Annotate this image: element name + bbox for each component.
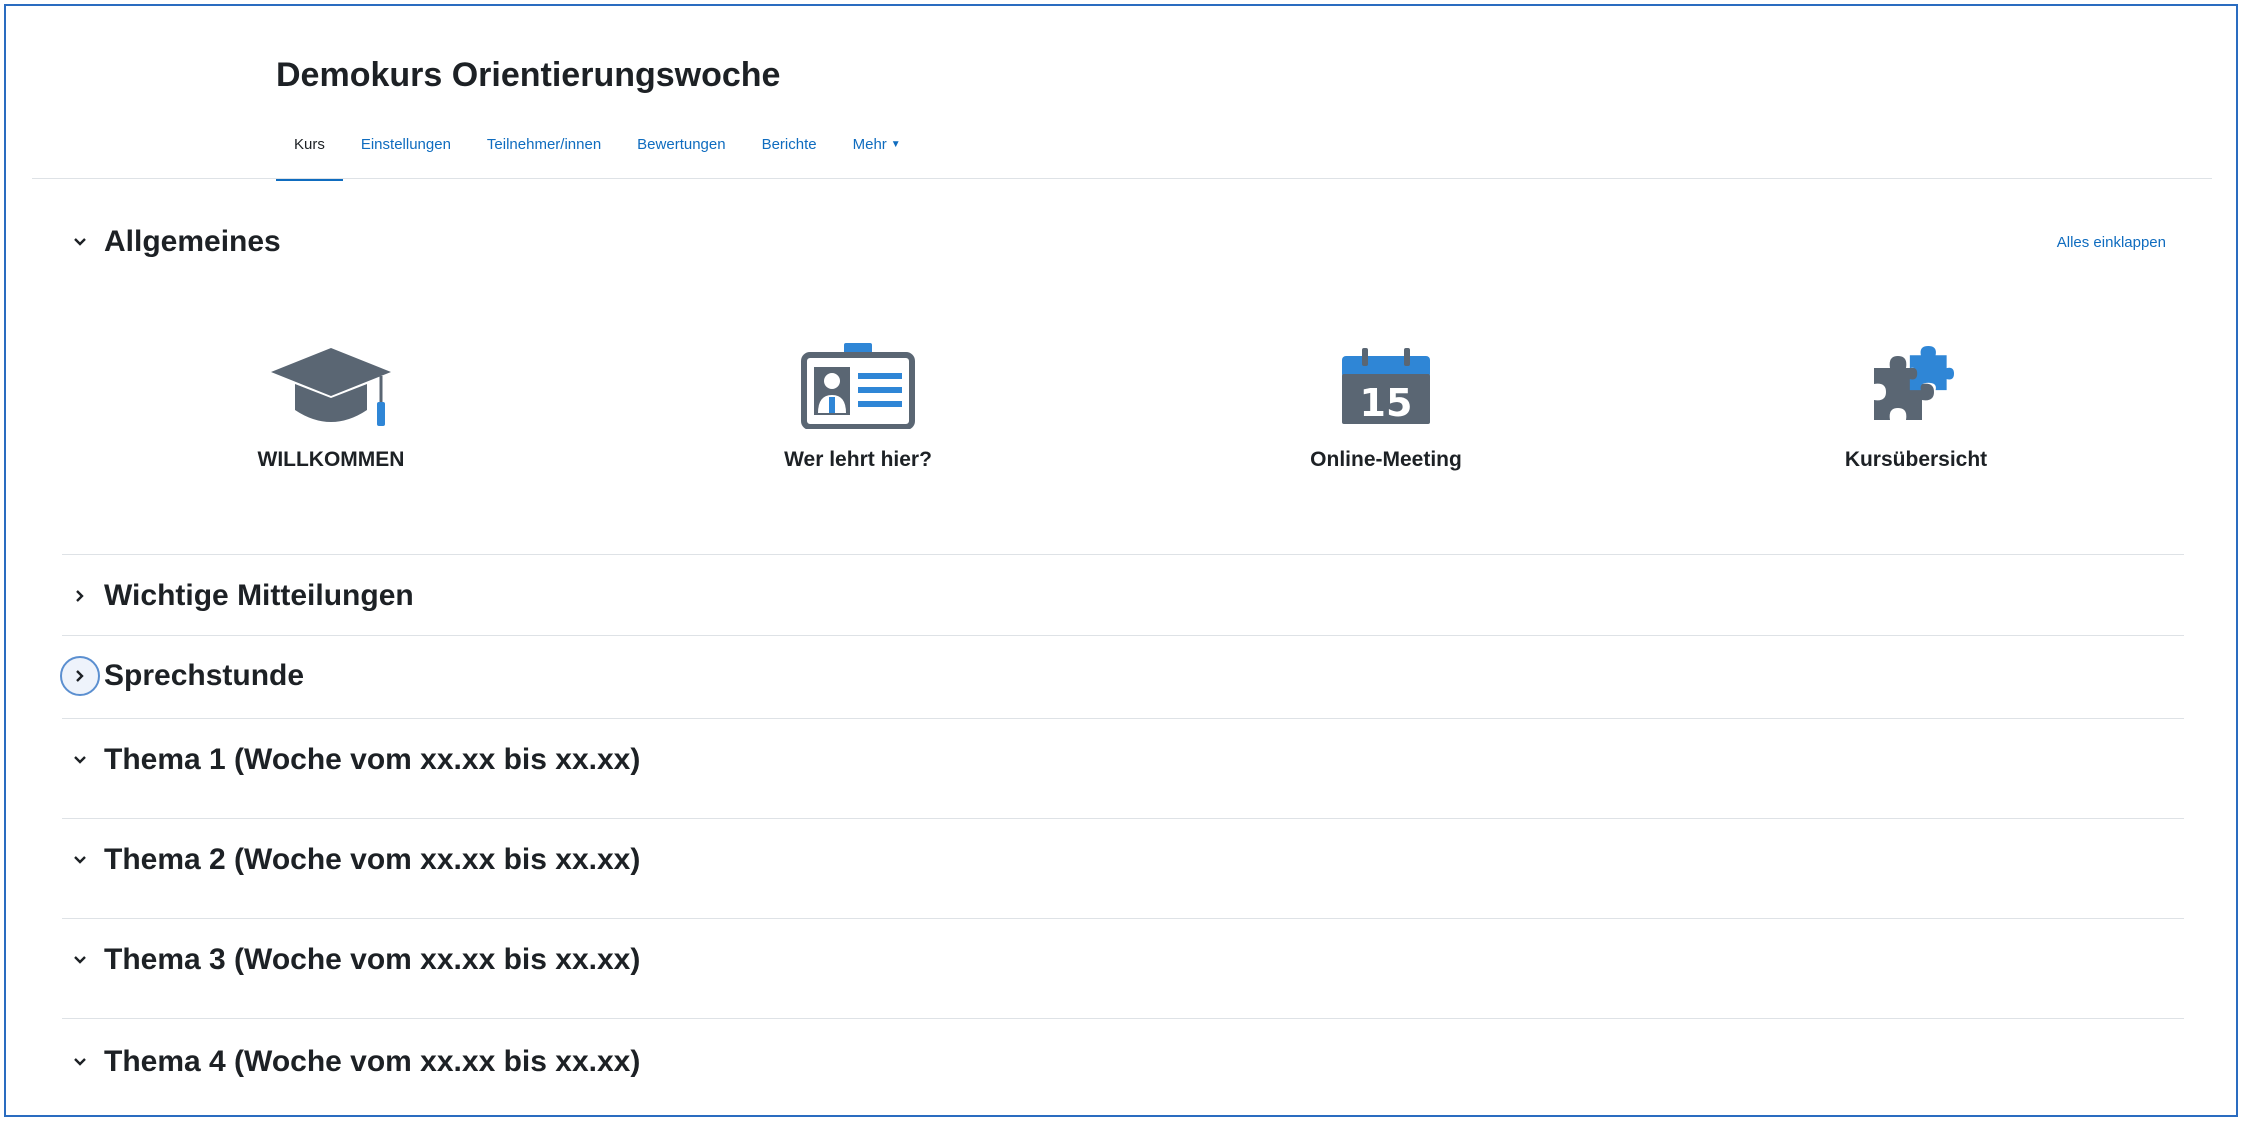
section-divider	[62, 718, 2184, 719]
section-topic4-toggle[interactable]	[60, 1042, 100, 1082]
tile-wer-lehrt-hier[interactable]: Wer lehrt hier?	[708, 336, 1008, 472]
section-notices-header: Wichtige Mitteilungen	[60, 576, 414, 616]
section-topic2-title[interactable]: Thema 2 (Woche vom xx.xx bis xx.xx)	[104, 843, 640, 877]
section-topic4-header: Thema 4 (Woche vom xx.xx bis xx.xx)	[60, 1042, 640, 1082]
section-notices-toggle[interactable]	[60, 576, 100, 616]
chevron-down-icon	[74, 756, 86, 764]
chevron-down-icon	[74, 956, 86, 964]
section-divider	[62, 554, 2184, 555]
tile-willkommen-label: WILLKOMMEN	[257, 448, 405, 471]
calendar-icon: 15	[1342, 348, 1430, 425]
tile-kursuebersicht[interactable]: Kursübersicht	[1766, 336, 2066, 472]
id-badge-icon	[801, 343, 915, 429]
section-topic4-title[interactable]: Thema 4 (Woche vom xx.xx bis xx.xx)	[104, 1045, 640, 1079]
tile-online-meeting[interactable]: 15 Online-Meeting	[1236, 336, 1536, 472]
course-nav-tabs: Kurs Einstellungen Teilnehmer/innen Bewe…	[276, 128, 919, 181]
section-office-hours-toggle[interactable]	[60, 656, 100, 696]
tab-mehr-label: Mehr	[852, 136, 887, 153]
section-notices-title[interactable]: Wichtige Mitteilungen	[104, 579, 414, 613]
tile-willkommen[interactable]: WILLKOMMEN	[181, 336, 481, 472]
section-topic1-toggle[interactable]	[60, 740, 100, 780]
chevron-down-icon	[74, 1058, 86, 1066]
section-general-toggle[interactable]	[60, 222, 100, 262]
calendar-day-number: 15	[1360, 381, 1413, 425]
tile-online-meeting-label: Online-Meeting	[1310, 448, 1462, 471]
section-divider	[62, 918, 2184, 919]
section-topic3-header: Thema 3 (Woche vom xx.xx bis xx.xx)	[60, 940, 640, 980]
section-divider	[62, 635, 2184, 636]
graduation-cap-icon	[271, 348, 391, 426]
chevron-right-icon	[76, 590, 84, 602]
section-topic1-header: Thema 1 (Woche vom xx.xx bis xx.xx)	[60, 740, 640, 780]
tab-mehr[interactable]: Mehr ▼	[835, 128, 919, 178]
nav-divider	[32, 178, 2212, 179]
collapse-all-link[interactable]: Alles einklappen	[2057, 234, 2166, 251]
section-topic3-toggle[interactable]	[60, 940, 100, 980]
section-divider	[62, 1018, 2184, 1019]
page-title: Demokurs Orientierungswoche	[276, 56, 781, 94]
general-activity-tiles: WILLKOMMEN Wer lehrt hier? 15 Online-Mee…	[66, 336, 2186, 496]
section-topic3-title[interactable]: Thema 3 (Woche vom xx.xx bis xx.xx)	[104, 943, 640, 977]
section-topic2-toggle[interactable]	[60, 840, 100, 880]
course-page: Demokurs Orientierungswoche Kurs Einstel…	[4, 4, 2238, 1117]
section-topic2-header: Thema 2 (Woche vom xx.xx bis xx.xx)	[60, 840, 640, 880]
tile-wer-lehrt-hier-label: Wer lehrt hier?	[784, 448, 932, 471]
chevron-down-icon	[74, 856, 86, 864]
chevron-right-icon	[76, 670, 84, 682]
tab-bewertungen[interactable]: Bewertungen	[619, 128, 743, 178]
chevron-down-icon	[74, 238, 86, 246]
section-office-hours-header: Sprechstunde	[60, 656, 304, 696]
tile-kursuebersicht-label: Kursübersicht	[1844, 448, 1988, 471]
puzzle-icon	[1874, 346, 1954, 420]
tab-kurs[interactable]: Kurs	[276, 128, 343, 181]
tab-einstellungen[interactable]: Einstellungen	[343, 128, 469, 178]
tab-teilnehmer[interactable]: Teilnehmer/innen	[469, 128, 619, 178]
section-office-hours-title[interactable]: Sprechstunde	[104, 659, 304, 693]
tab-berichte[interactable]: Berichte	[744, 128, 835, 178]
section-general-header: Allgemeines	[60, 222, 281, 262]
chevron-down-icon: ▼	[890, 139, 901, 150]
section-general-title[interactable]: Allgemeines	[104, 225, 281, 259]
section-topic1-title[interactable]: Thema 1 (Woche vom xx.xx bis xx.xx)	[104, 743, 640, 777]
section-divider	[62, 818, 2184, 819]
